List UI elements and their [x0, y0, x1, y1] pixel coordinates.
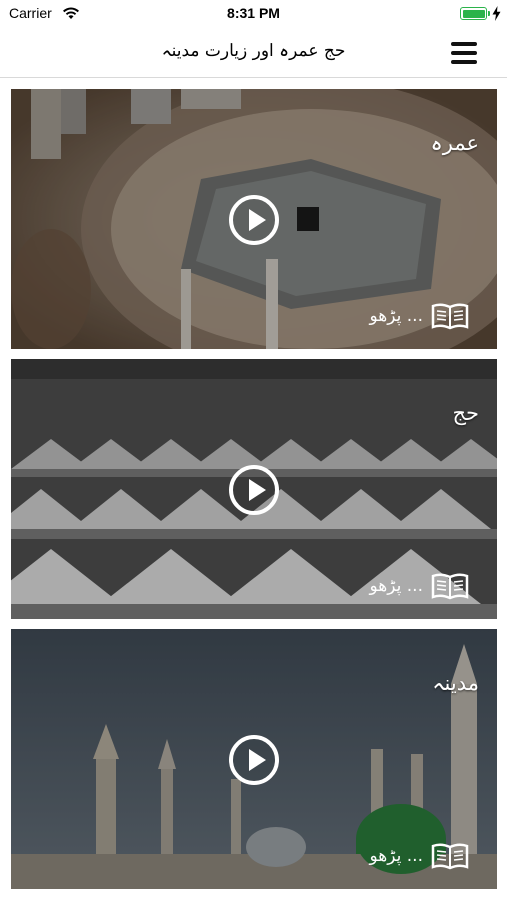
battery-tip [488, 11, 490, 16]
page-title: حج عمرہ اور زیارت مدینہ [161, 41, 346, 61]
hajj-card[interactable]: حج پڑھو ... [11, 359, 497, 619]
read-label: پڑھو ... [369, 576, 423, 596]
play-button[interactable] [229, 195, 279, 245]
hamburger-icon-line [451, 51, 477, 55]
play-icon [249, 209, 266, 231]
menu-button[interactable] [451, 42, 477, 64]
card-title: حج [452, 401, 479, 425]
read-label: پڑھو ... [369, 306, 423, 326]
card-title: عمرہ [430, 131, 479, 155]
read-button[interactable]: پڑھو ... [370, 301, 469, 331]
read-button[interactable]: پڑھو ... [370, 841, 469, 871]
navigation-bar: حج عمرہ اور زیارت مدینہ [0, 28, 507, 78]
status-bar: Carrier 8:31 PM [0, 0, 507, 28]
umrah-card[interactable]: عمرہ پڑھو ... [11, 89, 497, 349]
play-icon [249, 749, 266, 771]
play-button[interactable] [229, 735, 279, 785]
battery-icon [460, 7, 487, 20]
play-icon [249, 479, 266, 501]
read-button[interactable]: پڑھو ... [370, 571, 469, 601]
hamburger-icon-line [451, 42, 477, 46]
hamburger-icon-line [451, 60, 477, 64]
open-book-icon [431, 303, 469, 330]
clock-time: 8:31 PM [227, 5, 280, 21]
open-book-icon [431, 573, 469, 600]
play-button[interactable] [229, 465, 279, 515]
read-label: پڑھو ... [369, 846, 423, 866]
charging-bolt-icon [492, 6, 501, 21]
card-title: مدینہ [432, 671, 479, 695]
madinah-card[interactable]: مدینہ پڑھو ... [11, 629, 497, 889]
open-book-icon [431, 843, 469, 870]
